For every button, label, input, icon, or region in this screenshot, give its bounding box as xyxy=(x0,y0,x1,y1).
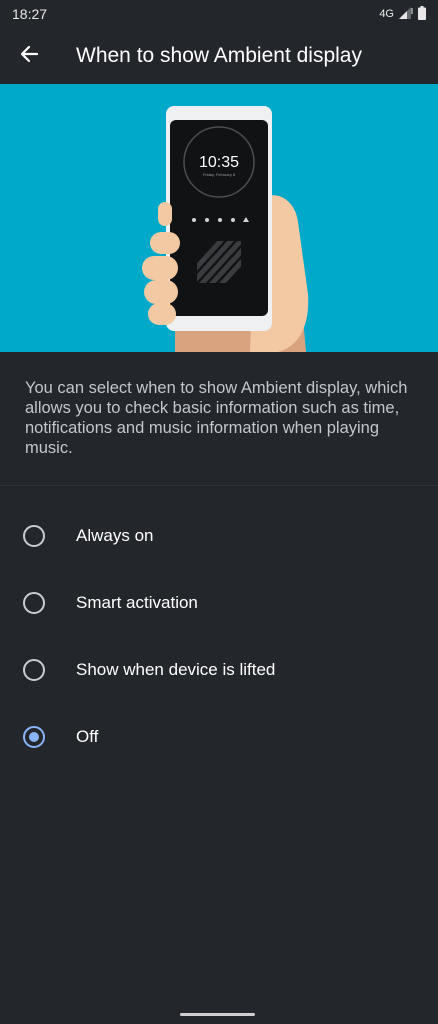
radio-button-icon[interactable] xyxy=(23,524,45,547)
radio-button-icon[interactable] xyxy=(23,591,45,614)
option-label: Always on xyxy=(76,525,154,545)
status-bar: 18:27 4G xyxy=(0,0,438,28)
hero-clock-date: Friday, February 8 xyxy=(203,172,236,177)
radio-button-checked-icon[interactable] xyxy=(23,725,45,748)
radio-button-icon[interactable] xyxy=(23,658,45,681)
description-text: You can select when to show Ambient disp… xyxy=(25,379,408,457)
signal-icon xyxy=(399,6,413,22)
status-time: 18:27 xyxy=(12,6,48,22)
phone-in-hand-illustration: 10:35 Friday, February 8 xyxy=(142,106,309,352)
back-button[interactable] xyxy=(0,28,58,84)
option-label: Off xyxy=(76,726,99,746)
options-list: Always on Smart activation Show when dev… xyxy=(0,502,438,770)
home-indicator[interactable] xyxy=(180,1013,255,1016)
network-type: 4G xyxy=(379,8,394,20)
app-bar: When to show Ambient display xyxy=(0,28,438,84)
option-smart-activation[interactable]: Smart activation xyxy=(0,569,438,636)
page-title: When to show Ambient display xyxy=(76,44,362,67)
arrow-back-icon xyxy=(19,44,39,69)
hero-clock-time: 10:35 xyxy=(199,154,239,171)
option-off[interactable]: Off xyxy=(0,703,438,770)
option-label: Smart activation xyxy=(76,592,198,612)
option-always-on[interactable]: Always on xyxy=(0,502,438,569)
option-label: Show when device is lifted xyxy=(76,659,276,679)
status-icons: 4G xyxy=(379,5,426,23)
battery-icon xyxy=(418,5,426,23)
divider xyxy=(0,485,438,486)
option-show-when-lifted[interactable]: Show when device is lifted xyxy=(0,636,438,703)
hero-illustration: 10:35 Friday, February 8 xyxy=(0,84,438,352)
